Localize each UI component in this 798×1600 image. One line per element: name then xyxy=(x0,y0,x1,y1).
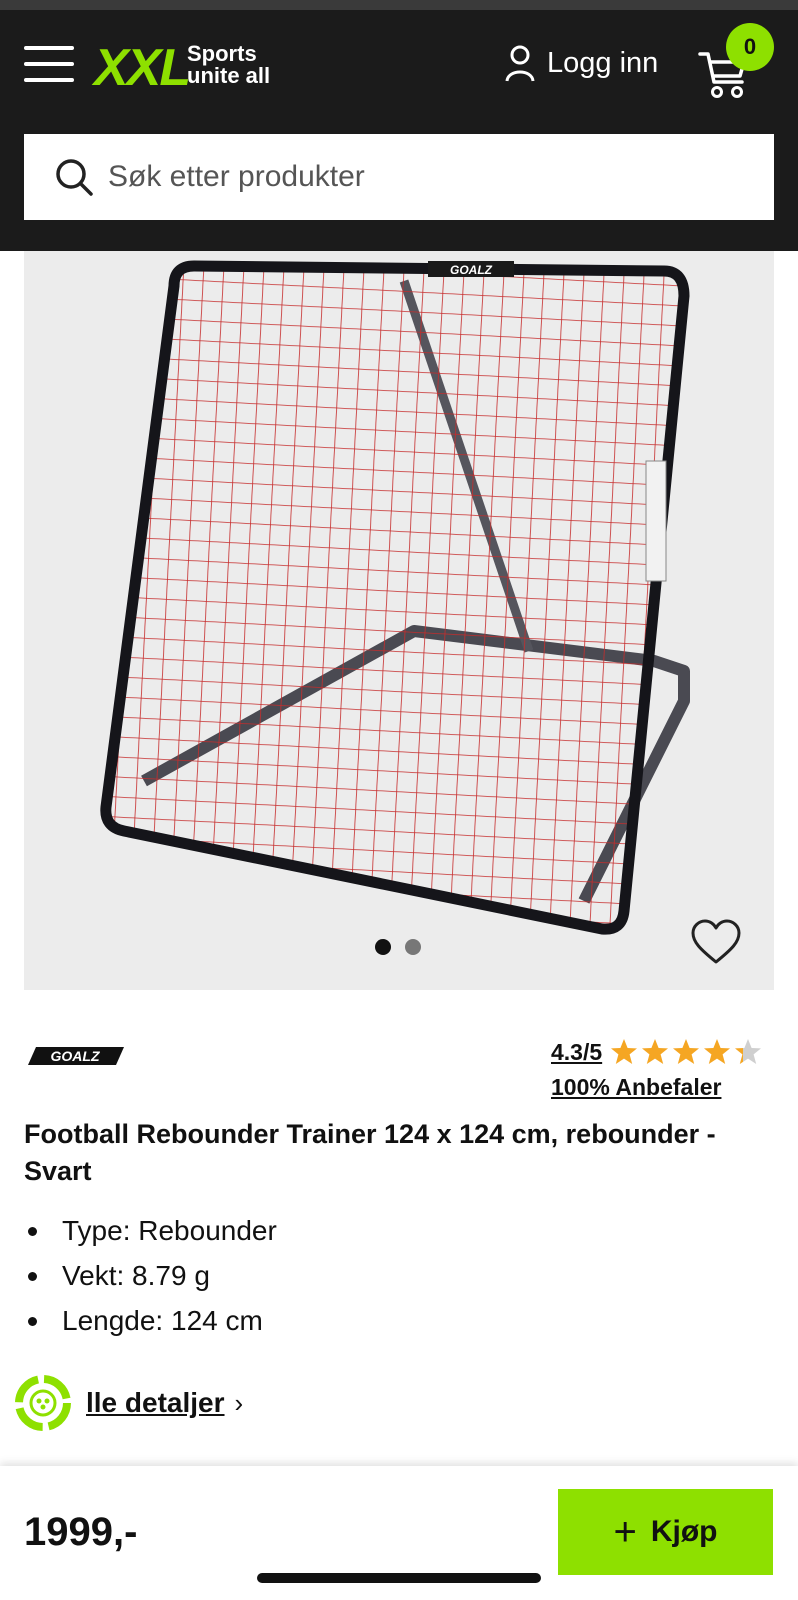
menu-icon[interactable] xyxy=(24,46,74,82)
search-input[interactable]: Søk etter produkter xyxy=(24,134,774,220)
login-button[interactable]: Logg inn xyxy=(505,44,658,82)
price: 1999,- xyxy=(24,1510,138,1554)
cart-count-badge: 0 xyxy=(726,23,774,71)
logo-tagline-line2: unite all xyxy=(187,63,271,88)
search-icon xyxy=(56,159,93,196)
star-icon xyxy=(611,1039,638,1064)
home-indicator xyxy=(257,1573,541,1583)
buy-button[interactable]: + Kjøp xyxy=(558,1489,773,1575)
site-header: XXL Sports unite all Logg inn 0 Søk ette… xyxy=(0,10,798,251)
recycle-icon xyxy=(15,1375,71,1431)
xxl-logo[interactable]: XXL xyxy=(94,38,191,98)
chevron-right-icon: › xyxy=(234,1387,244,1418)
spec-item-weight: Vekt: 8.79 g xyxy=(24,1253,277,1298)
product-image: GOALZ xyxy=(100,260,690,935)
logo-tagline: Sports unite all xyxy=(187,43,270,87)
recommend-link[interactable]: 100% Anbefaler xyxy=(551,1074,721,1101)
details-link[interactable]: lle detaljer › xyxy=(14,1374,243,1432)
rating-stars xyxy=(610,1038,765,1066)
rating[interactable]: 4.3/5 xyxy=(551,1038,765,1066)
star-icon xyxy=(704,1039,731,1064)
status-strip xyxy=(0,0,798,10)
gallery-dot-2[interactable] xyxy=(405,939,421,955)
brand-logo-text: GOALZ xyxy=(51,1048,100,1064)
product-image-brand-mark: GOALZ xyxy=(450,263,493,277)
star-icon xyxy=(735,1039,762,1064)
spec-list: Type: Rebounder Vekt: 8.79 g Lengde: 124… xyxy=(24,1208,277,1343)
gallery-dot-1[interactable] xyxy=(375,939,391,955)
star-icon xyxy=(642,1039,669,1064)
product-image-gallery[interactable]: GOALZ xyxy=(24,251,774,990)
user-icon xyxy=(505,45,535,82)
details-label: lle detaljer xyxy=(86,1387,225,1418)
spec-item-type: Type: Rebounder xyxy=(24,1208,277,1253)
buy-label: Kjøp xyxy=(650,1515,718,1548)
brand-logo[interactable]: GOALZ xyxy=(28,1043,124,1069)
login-label: Logg inn xyxy=(547,46,659,79)
product-title: Football Rebounder Trainer 124 x 124 cm,… xyxy=(24,1119,716,1186)
logo-tagline-line1: Sports xyxy=(187,41,257,66)
star-icon xyxy=(673,1039,700,1064)
plus-icon: + xyxy=(613,1509,637,1554)
search-placeholder: Søk etter produkter xyxy=(108,160,365,193)
spec-item-length: Lengde: 124 cm xyxy=(24,1298,277,1343)
rating-score[interactable]: 4.3/5 xyxy=(551,1039,602,1066)
heart-icon[interactable] xyxy=(690,918,742,966)
